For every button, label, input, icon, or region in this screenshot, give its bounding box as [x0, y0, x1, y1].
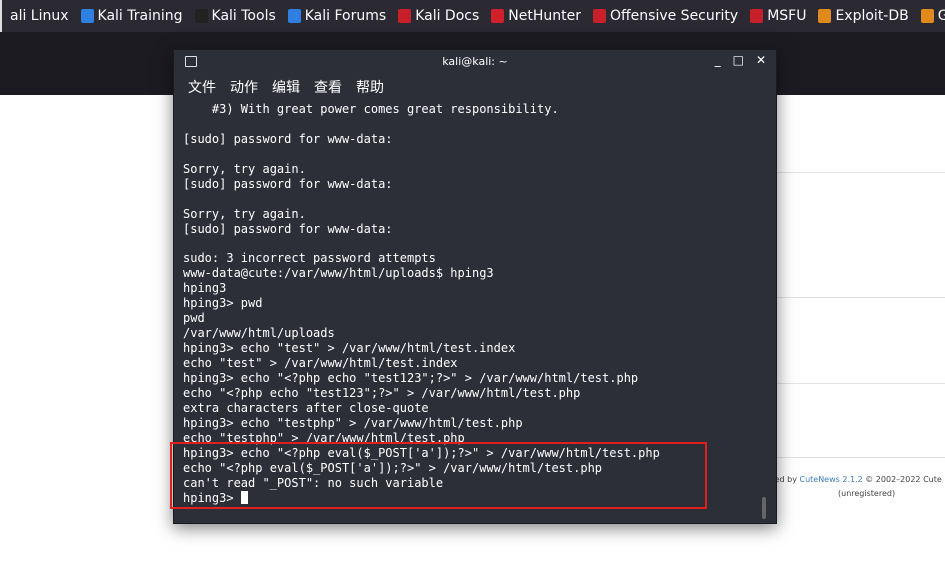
bookmark-2[interactable]: Kali Tools	[194, 8, 276, 24]
bookmark-3[interactable]: Kali Forums	[287, 8, 387, 24]
close-icon[interactable]: ✕	[756, 53, 766, 67]
bookmark-8[interactable]: Exploit-DB	[818, 8, 909, 24]
bookmark-label: Exploit-DB	[835, 8, 909, 24]
menu-item[interactable]: 查看	[314, 77, 342, 97]
bookmark-label: Kali Training	[97, 8, 183, 24]
terminal-line: #3) With great power comes great respons…	[183, 102, 559, 116]
bookmark-label: MSFU	[767, 8, 807, 24]
unregistered-label: (unregistered)	[838, 489, 896, 498]
cutenews-link[interactable]: CuteNews 2.1.2	[799, 475, 862, 484]
bookmark-label: Kali Tools	[211, 8, 276, 24]
maximize-icon[interactable]: □	[733, 53, 744, 67]
bookmarks-bar: ali Linux Kali Training Kali Tools Kali For…	[0, 0, 945, 32]
terminal-line: echo "<?php echo "test123";?>" > /var/ww…	[183, 386, 581, 401]
offsec-icon	[750, 9, 764, 23]
docs-icon	[398, 9, 412, 23]
terminal-line: hping3> echo "test" > /var/www/html/test…	[183, 341, 516, 356]
bookmark-label: Offensive Security	[610, 8, 739, 24]
bookmark-9[interactable]: GHDB	[920, 8, 945, 24]
terminal-line: sudo: 3 incorrect password attempts	[183, 251, 436, 266]
bookmark-label: ali Linux	[10, 8, 69, 24]
footer-suffix: © 2002–2022 Cute	[862, 475, 942, 484]
bookmark-7[interactable]: MSFU	[750, 8, 806, 24]
kali-icon	[80, 9, 94, 23]
terminal-line: pwd	[183, 311, 205, 326]
bookmark-1[interactable]: Kali Training	[80, 8, 183, 24]
bookmark-6[interactable]: Offensive Security	[593, 8, 738, 24]
terminal-line: hping3	[183, 281, 227, 296]
terminal-menu: 文件 动作 编辑 查看 帮助	[174, 74, 776, 99]
terminal-titlebar[interactable]: kali@kali: ~ _ □ ✕	[174, 50, 776, 74]
bookmark-0[interactable]: ali Linux	[10, 8, 69, 24]
minimize-icon[interactable]: _	[715, 53, 721, 67]
bookmark-label: Kali Docs	[415, 8, 480, 24]
terminal-line: Sorry, try again.	[183, 206, 306, 221]
terminal-line: extra characters after close-quote	[183, 401, 429, 415]
kali-icon	[287, 9, 301, 23]
bookmark-4[interactable]: Kali Docs	[398, 8, 479, 24]
terminal-line: echo "test" > /var/www/html/test.index	[183, 356, 458, 371]
scrollbar[interactable]	[762, 497, 766, 519]
terminal-line: hping3> pwd	[183, 296, 263, 311]
bookmark-5[interactable]: NetHunter	[491, 8, 581, 24]
terminal-title: kali@kali: ~	[442, 55, 508, 68]
offsec-icon	[593, 9, 606, 23]
menu-item[interactable]: 文件	[188, 77, 216, 97]
tools-icon	[194, 9, 208, 23]
bookmark-label: Kali Forums	[304, 8, 387, 24]
terminal-line: [sudo] password for www-data:	[183, 176, 393, 191]
terminal-line: hping3> echo "testphp" > /var/www/html/t…	[183, 415, 523, 430]
bookmark-label: NetHunter	[508, 8, 581, 24]
terminal-line: Sorry, try again.	[183, 161, 306, 176]
terminal-line: www-data@cute:/var/www/html/uploads$ hpi…	[183, 266, 494, 281]
menu-item[interactable]: 动作	[230, 77, 258, 97]
terminal-line: hping3> echo "<?php echo "test123";?>" >…	[183, 371, 639, 386]
terminal-line: [sudo] password for www-data:	[183, 221, 393, 236]
terminal-line: [sudo] password for www-data:	[183, 131, 393, 146]
bug-icon	[920, 9, 934, 23]
menu-item[interactable]: 帮助	[356, 77, 384, 97]
bookmark-label: GHDB	[937, 8, 945, 24]
highlight-box	[170, 442, 707, 509]
footer-text: wered by CuteNews 2.1.2 © 2002–2022 Cute	[760, 475, 942, 484]
terminal-line: /var/www/html/uploads	[183, 326, 335, 341]
menu-item[interactable]: 编辑	[272, 77, 300, 97]
bug-icon	[818, 9, 832, 23]
nethunter-icon	[491, 9, 505, 23]
